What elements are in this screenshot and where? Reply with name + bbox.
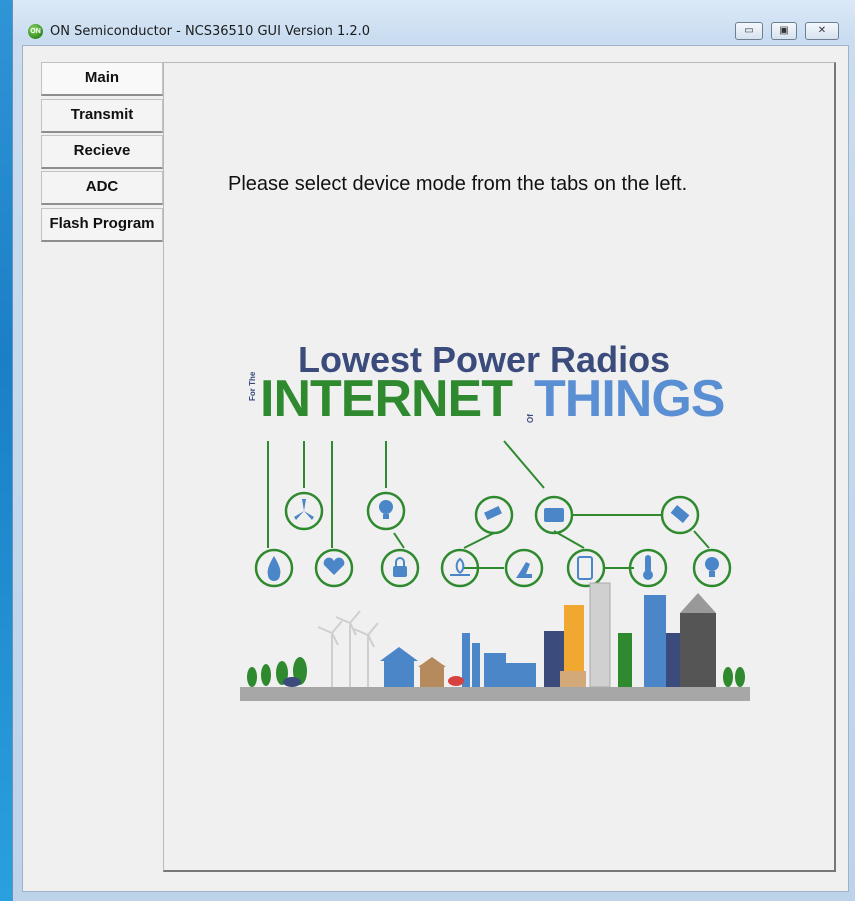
tab-transmit[interactable]: Transmit: [41, 99, 163, 133]
client-area: Main Transmit Recieve ADC Flash Program …: [22, 45, 849, 892]
banner-for-the: For The: [248, 371, 257, 401]
minimize-button[interactable]: ▭: [735, 22, 763, 40]
close-button[interactable]: ✕: [805, 22, 839, 40]
close-icon: ✕: [817, 25, 827, 36]
main-panel: Please select device mode from the tabs …: [163, 62, 836, 872]
app-logo-icon: ON: [28, 24, 43, 39]
tab-main[interactable]: Main: [41, 62, 163, 96]
city-skyline-illustration: [240, 582, 750, 701]
desktop-edge: [0, 0, 12, 901]
instruction-message: Please select device mode from the tabs …: [228, 173, 688, 195]
tab-flash-program[interactable]: Flash Program: [41, 208, 163, 242]
banner-things: THINGS: [534, 370, 725, 428]
title-bar[interactable]: ON ON Semiconductor - NCS36510 GUI Versi…: [12, 18, 855, 46]
tab-adc[interactable]: ADC: [41, 171, 163, 205]
maximize-button[interactable]: ▣: [771, 22, 797, 40]
banner-internet: INTERNET: [260, 370, 513, 428]
maximize-icon: ▣: [779, 25, 789, 36]
tab-recieve[interactable]: Recieve: [41, 135, 163, 169]
window-title: ON Semiconductor - NCS36510 GUI Version …: [50, 24, 371, 39]
minimize-icon: ▭: [744, 25, 754, 36]
